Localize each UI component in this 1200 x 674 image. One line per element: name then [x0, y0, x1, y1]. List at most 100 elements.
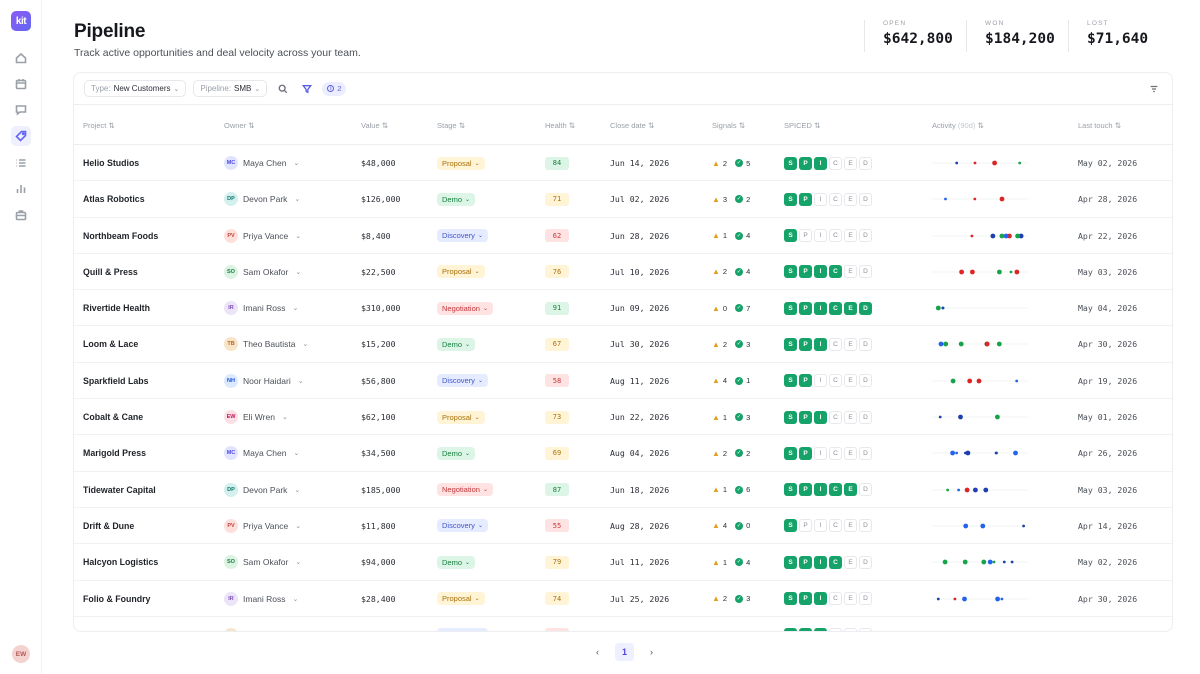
owner-cell[interactable]: PV Priya Vance ⌄ [224, 218, 301, 254]
col-header-signals[interactable]: Signals ⇅ [712, 105, 745, 145]
project-name[interactable]: Drift & Dune [83, 508, 134, 544]
project-name[interactable]: Atlas Robotics [83, 181, 145, 217]
table-row[interactable]: Cobalt & Cane EW Eli Wren ⌄ $62,100 Proposal ⌄… [74, 399, 1172, 436]
user-avatar[interactable]: EW [12, 645, 30, 663]
owner-cell[interactable]: SO Sam Okafor ⌄ [224, 254, 301, 290]
col-header-spiced[interactable]: SPICED ⇅ [784, 105, 820, 145]
stage-cell[interactable]: Demo ⌄ [437, 181, 476, 217]
stage-cell[interactable]: Proposal ⌄ [437, 581, 485, 617]
col-header-activity[interactable]: Activity (90d) ⇅ [932, 105, 984, 145]
stage-badge[interactable]: Negotiation ⌄ [437, 301, 493, 315]
owner-cell[interactable]: MC Maya Chen ⌄ [224, 145, 299, 181]
stage-badge[interactable]: Discovery⌄ [437, 519, 488, 533]
stage-badge[interactable]: Discovery⌄ [437, 628, 488, 631]
pipeline-filter-dropdown[interactable]: Pipeline: SMB ⌄ [193, 80, 268, 97]
col-header-health[interactable]: Health ⇅ [545, 105, 575, 145]
owner-cell[interactable]: DP Devon Park ⌄ [224, 472, 300, 508]
owner-cell[interactable]: SO Sam Okafor ⌄ [224, 544, 301, 580]
prev-page-button[interactable]: ‹ [588, 643, 607, 661]
stage-cell[interactable]: Proposal ⌄ [437, 145, 485, 181]
owner-cell[interactable]: NH Noor Haidari ⌄ [224, 363, 304, 399]
project-name[interactable]: Marigold Press [83, 435, 146, 471]
stage-badge[interactable]: Discovery⌄ [437, 374, 488, 388]
col-header-close-date[interactable]: Close date ⇅ [610, 105, 654, 145]
home-icon[interactable] [11, 48, 31, 68]
stage-cell[interactable]: Negotiation ⌄ [437, 290, 493, 326]
stage-badge[interactable]: Proposal ⌄ [437, 265, 485, 279]
project-name[interactable]: Northbeam Foods [83, 218, 158, 254]
table-row[interactable]: Sparkfield Labs NH Noor Haidari ⌄ $56,800 Dis… [74, 363, 1172, 400]
owner-cell[interactable]: IR Imani Ross ⌄ [224, 581, 298, 617]
app-logo[interactable]: kit [11, 11, 31, 31]
owner-cell[interactable]: IR Imani Ross ⌄ [224, 290, 298, 326]
briefcase-icon[interactable] [11, 205, 31, 225]
table-row[interactable]: Halcyon Logistics SO Sam Okafor ⌄ $94,000 Dem… [74, 544, 1172, 581]
col-header-owner[interactable]: Owner ⇅ [224, 105, 254, 145]
stage-badge[interactable]: Discovery⌄ [437, 229, 488, 243]
stage-cell[interactable]: Demo ⌄ [437, 435, 476, 471]
chart-icon[interactable] [11, 179, 31, 199]
table-row[interactable]: Marigold Press MC Maya Chen ⌄ $34,500 Demo ⌄ 69… [74, 435, 1172, 472]
owner-cell[interactable]: TB Theo Bautista ⌄ [224, 326, 308, 362]
project-name[interactable]: Folio & Foundry [83, 581, 150, 617]
stage-badge[interactable]: Proposal ⌄ [437, 410, 485, 424]
project-name[interactable]: Cobalt & Cane [83, 399, 143, 435]
stage-badge[interactable]: Negotiation ⌄ [437, 483, 493, 497]
stage-cell[interactable]: Proposal ⌄ [437, 399, 485, 435]
stage-cell[interactable]: Negotiation ⌄ [437, 472, 493, 508]
table-row[interactable]: Northbeam Foods PV Priya Vance ⌄ $8,400 Disco… [74, 218, 1172, 254]
project-name[interactable]: Helio Studios [83, 145, 139, 181]
project-name[interactable]: Rivertide Health [83, 290, 150, 326]
stage-cell[interactable]: Discovery⌄ [437, 363, 488, 399]
table-row[interactable]: Quill & Press SO Sam Okafor ⌄ $22,500 Proposa… [74, 254, 1172, 291]
owner-cell[interactable]: PV Priya Vance ⌄ [224, 508, 301, 544]
spiced-letter: S [784, 192, 797, 206]
owner-cell[interactable]: DP Devon Park ⌄ [224, 181, 300, 217]
project-name[interactable]: Loom & Lace [83, 326, 138, 362]
stage-cell[interactable]: Discovery⌄ [437, 617, 488, 631]
project-name[interactable]: Quill & Press [83, 254, 138, 290]
stage-badge[interactable]: Demo ⌄ [437, 337, 476, 351]
project-name[interactable]: Halcyon Logistics [83, 544, 158, 580]
list-icon[interactable] [11, 153, 31, 173]
filter-icon[interactable] [298, 80, 315, 97]
table-row[interactable]: Helio Studios MC Maya Chen ⌄ $48,000 Proposal… [74, 145, 1172, 182]
project-name[interactable]: Tidewater Capital [83, 472, 156, 508]
project-name[interactable]: Wayward Coffee Co. [83, 617, 168, 631]
tag-icon[interactable] [11, 126, 31, 146]
table-row[interactable]: Folio & Foundry IR Imani Ross ⌄ $28,400 Propo… [74, 581, 1172, 617]
col-header-value[interactable]: Value ⇅ [361, 105, 388, 145]
owner-cell[interactable]: MC Maya Chen ⌄ [224, 435, 299, 471]
type-filter-dropdown[interactable]: Type: New Customers ⌄ [84, 80, 187, 97]
active-filters-badge[interactable]: i2 [322, 81, 347, 96]
page-button-current[interactable]: 1 [615, 643, 634, 661]
table-row[interactable]: Rivertide Health IR Imani Ross ⌄ $310,000 Neg… [74, 290, 1172, 327]
next-page-button[interactable]: › [642, 643, 661, 661]
search-icon[interactable] [274, 80, 291, 97]
stage-cell[interactable]: Demo ⌄ [437, 326, 476, 362]
chat-icon[interactable] [11, 100, 31, 120]
sort-options-icon[interactable] [1145, 80, 1162, 97]
project-name[interactable]: Sparkfield Labs [83, 363, 149, 399]
stage-badge[interactable]: Demo ⌄ [437, 446, 476, 460]
stage-badge[interactable]: Proposal ⌄ [437, 156, 485, 170]
deal-value: $22,500 [361, 266, 396, 277]
stage-cell[interactable]: Proposal ⌄ [437, 254, 485, 290]
col-header-project[interactable]: Project ⇅ [83, 105, 115, 145]
stage-cell[interactable]: Discovery⌄ [437, 508, 488, 544]
table-row[interactable]: Drift & Dune PV Priya Vance ⌄ $11,800 Discove… [74, 508, 1172, 545]
owner-cell[interactable]: TB Theo Bautista ⌄ [224, 617, 308, 631]
table-row[interactable]: Atlas Robotics DP Devon Park ⌄ $126,000 Demo ⌄… [74, 181, 1172, 218]
table-row[interactable]: Loom & Lace TB Theo Bautista ⌄ $15,200 Demo ⌄ 6… [74, 326, 1172, 363]
stage-cell[interactable]: Demo ⌄ [437, 544, 476, 580]
owner-cell[interactable]: EW Eli Wren ⌄ [224, 399, 288, 435]
calendar-icon[interactable] [11, 74, 31, 94]
stage-cell[interactable]: Discovery⌄ [437, 218, 488, 254]
col-header-last-touch[interactable]: Last touch ⇅ [1078, 105, 1121, 145]
col-header-stage[interactable]: Stage ⇅ [437, 105, 465, 145]
table-row[interactable]: Tidewater Capital DP Devon Park ⌄ $185,000 Ne… [74, 472, 1172, 508]
stage-badge[interactable]: Demo ⌄ [437, 192, 476, 206]
stage-badge[interactable]: Demo ⌄ [437, 555, 476, 569]
stage-badge[interactable]: Proposal ⌄ [437, 592, 485, 606]
table-row[interactable]: Wayward Coffee Co. TB Theo Bautista ⌄ $7,200… [74, 617, 1172, 631]
